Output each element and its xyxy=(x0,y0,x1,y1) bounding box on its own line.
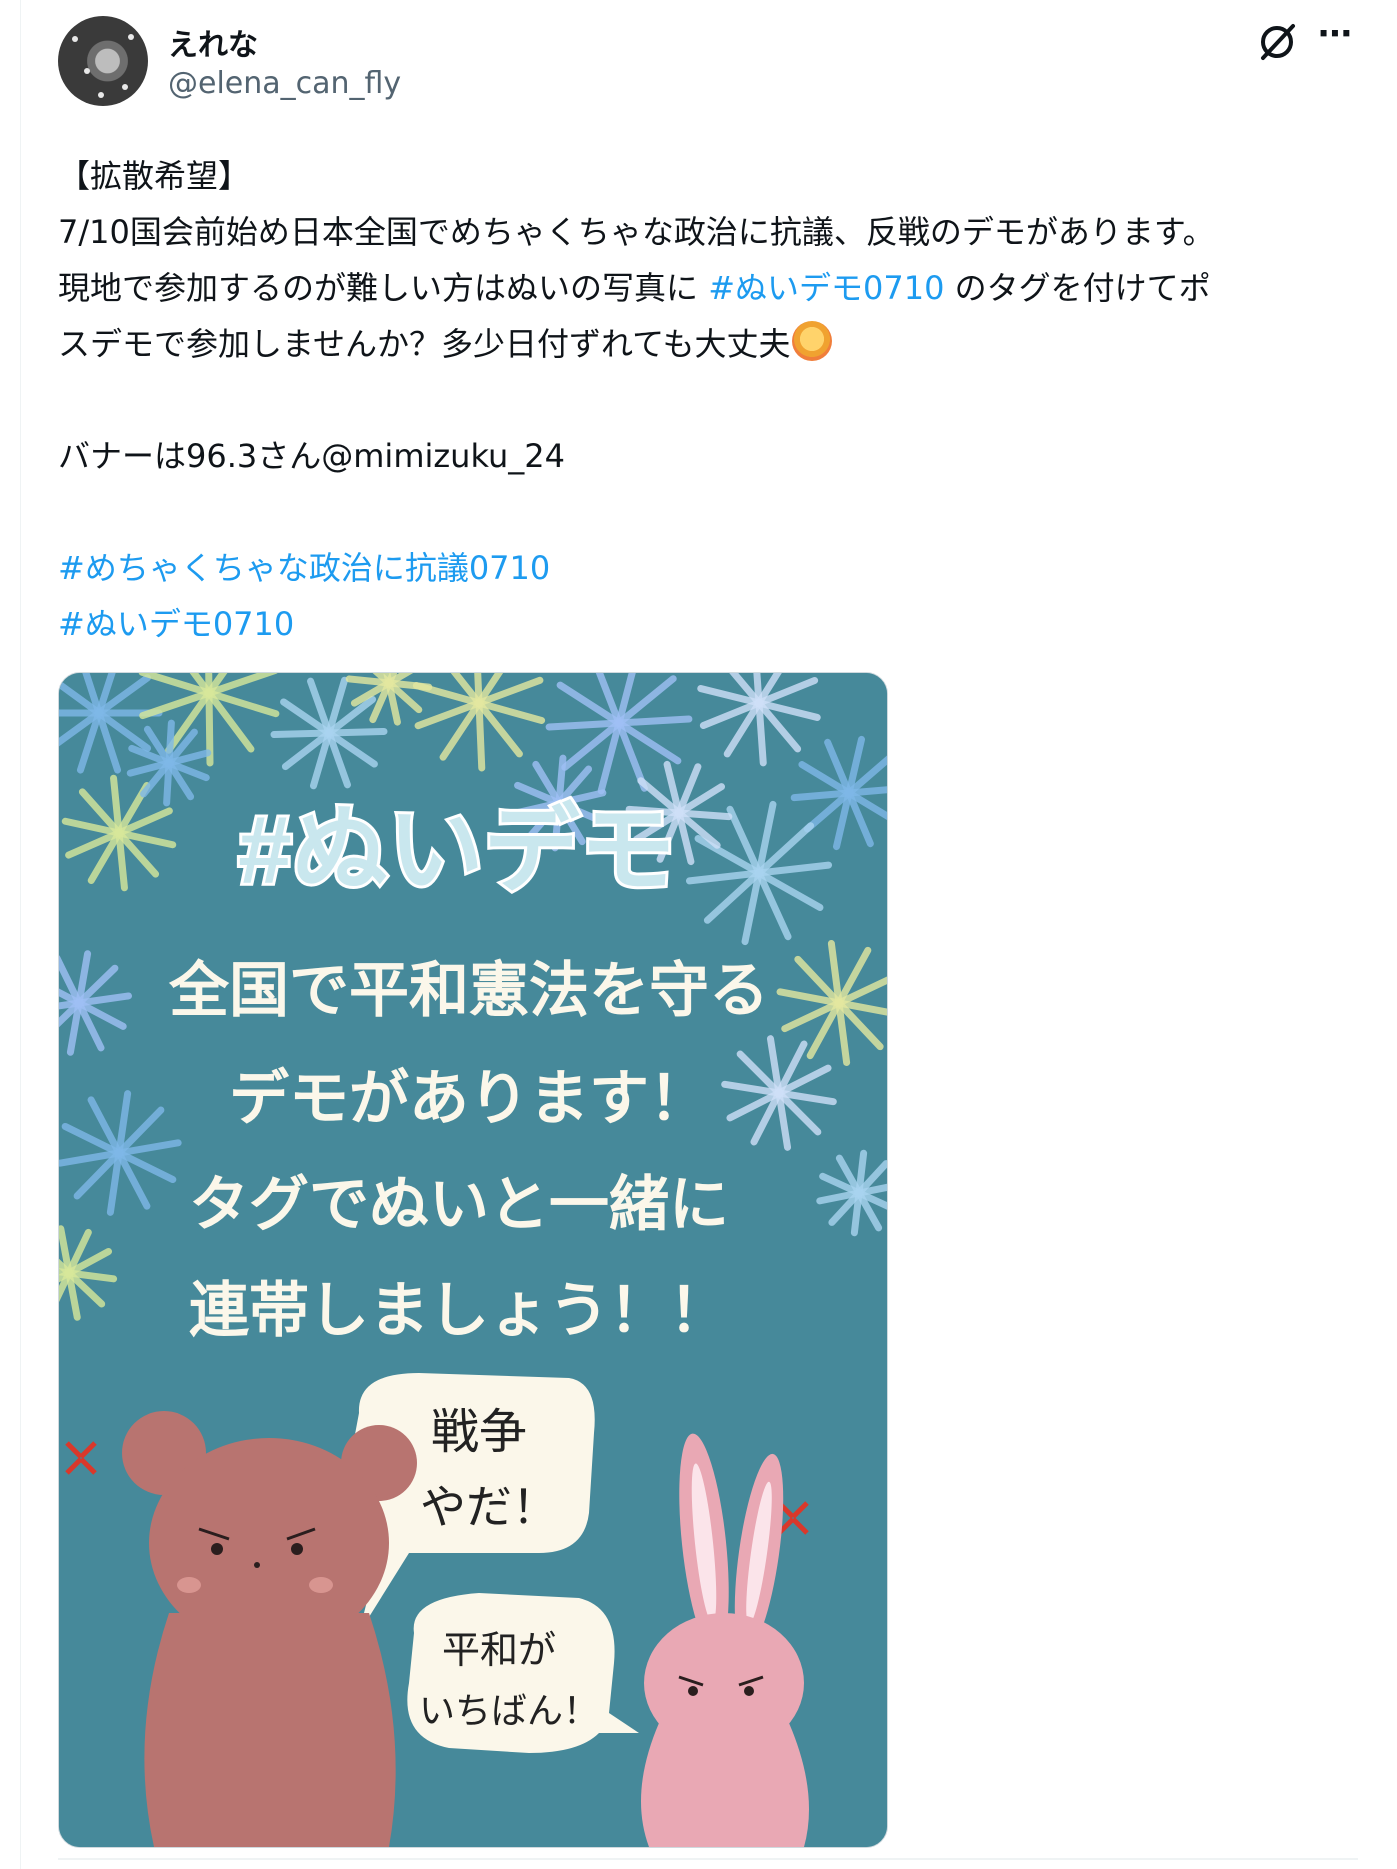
svg-text:平和が: 平和が xyxy=(442,1628,556,1672)
text-span: のタグを付けてポ xyxy=(944,269,1211,307)
post-text-line: バナーは96.3さん@mimizuku_24 xyxy=(58,428,1358,484)
text-span: 現地で参加するのが難しい方はぬいの写真に xyxy=(58,269,709,307)
banner-line: タグでぬいと一緒に xyxy=(189,1171,729,1238)
hashtag-link[interactable]: #めちゃくちゃな政治に抗議0710 xyxy=(58,549,550,587)
person-gesturing-ok-emoji xyxy=(792,321,833,361)
banner-line: デモがあります！ xyxy=(229,1065,709,1132)
banner-illustration: #ぬいデモ 全国で平和憲法を守る デモがあります！ タグでぬいと一緒に 連帯しま… xyxy=(59,673,887,1847)
more-options-icon[interactable]: ⋯ xyxy=(1318,14,1353,54)
text-span: 7/10国会前始め日本全国でめちゃくちゃな政治に抗議、反戦のデモがあります。 xyxy=(58,213,1215,251)
banner-line: 全国で平和憲法を守る xyxy=(168,957,769,1024)
display-name[interactable]: えれな xyxy=(168,20,258,64)
post-text-line: 7/10国会前始め日本全国でめちゃくちゃな政治に抗議、反戦のデモがあります。 xyxy=(58,204,1358,260)
svg-text:いちばん！: いちばん！ xyxy=(419,1691,599,1732)
svg-text:やだ！: やだ！ xyxy=(420,1480,558,1534)
hashtag-link[interactable]: #ぬいデモ0710 xyxy=(58,605,294,643)
divider xyxy=(58,1858,1358,1860)
post-text-line: 現地で参加するのが難しい方はぬいの写真に #ぬいデモ0710 のタグを付けてポ xyxy=(58,260,1358,316)
post-text: 【拡散希望】 7/10国会前始め日本全国でめちゃくちゃな政治に抗議、反戦のデモがあ… xyxy=(58,148,1358,652)
banner-title: #ぬいデモ xyxy=(238,797,675,904)
svg-text:戦争: 戦争 xyxy=(431,1404,527,1460)
post-text-line: #ぬいデモ0710 xyxy=(58,596,1358,652)
text-span: バナーは96.3さん@mimizuku_24 xyxy=(58,437,566,475)
post-text-line: スデモで参加しませんか？多少日付ずれても大丈夫 xyxy=(58,316,1358,372)
speech-bubble-rabbit: 平和が いちばん！ xyxy=(407,1593,639,1753)
post-text-line: #めちゃくちゃな政治に抗議0710 xyxy=(58,540,1358,596)
post-text-line: 【拡散希望】 xyxy=(58,148,1358,204)
avatar[interactable] xyxy=(58,16,148,106)
hashtag-link[interactable]: #ぬいデモ0710 xyxy=(708,269,944,307)
post-image[interactable]: #ぬいデモ 全国で平和憲法を守る デモがあります！ タグでぬいと一緒に 連帯しま… xyxy=(58,672,888,1848)
grok-icon[interactable] xyxy=(1255,20,1299,64)
text-span: 【拡散希望】 xyxy=(58,157,251,195)
user-handle[interactable]: @elena_can_fly xyxy=(168,66,401,101)
bear-illustration xyxy=(122,1411,417,1847)
banner-line: 連帯しましょう！！ xyxy=(189,1277,729,1344)
text-span: スデモで参加しませんか？多少日付ずれても大丈夫 xyxy=(58,325,791,363)
